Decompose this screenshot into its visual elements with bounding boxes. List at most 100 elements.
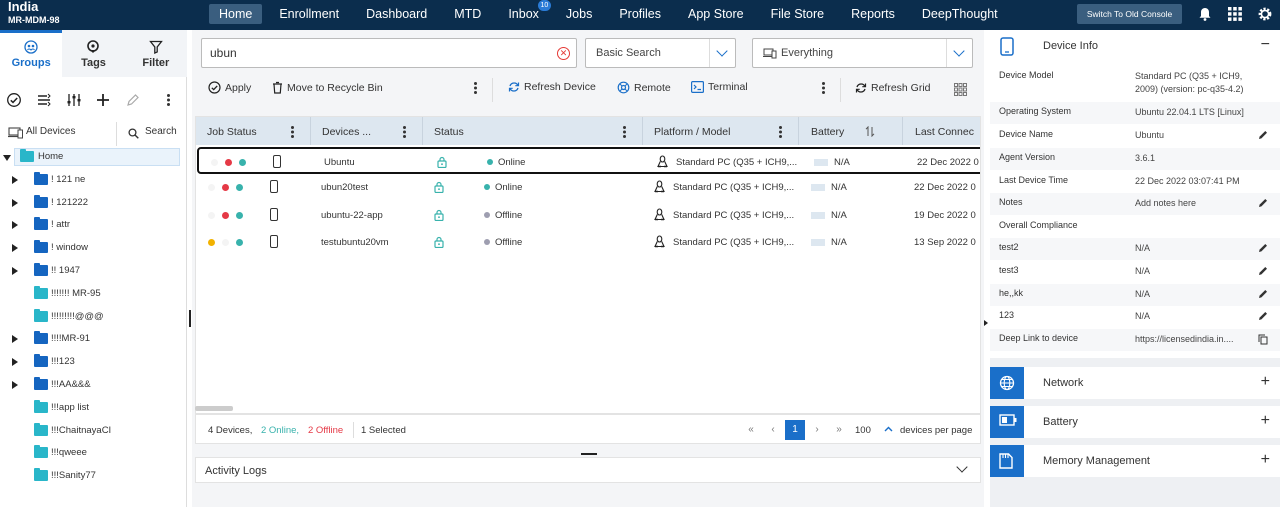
- list-sort-icon[interactable]: [36, 92, 52, 108]
- grid-view-icon[interactable]: [954, 83, 967, 96]
- activity-logs-panel[interactable]: Activity Logs: [195, 457, 981, 483]
- column-divider[interactable]: [422, 117, 423, 145]
- tree-node[interactable]: !!!!!!!!!@@@: [12, 308, 187, 328]
- expand-icon[interactable]: +: [1261, 412, 1270, 430]
- chevron-down-icon[interactable]: [956, 461, 968, 473]
- terminal-button[interactable]: Terminal: [691, 81, 748, 94]
- nav-file-store[interactable]: File Store: [761, 4, 835, 24]
- tree-node[interactable]: ! 121 ne: [12, 171, 187, 191]
- tree-node[interactable]: !!!!MR-91: [12, 330, 187, 350]
- search-scope-select[interactable]: Everything: [752, 38, 973, 68]
- right-panel-toggle-icon[interactable]: [984, 320, 988, 326]
- col-status[interactable]: Status: [434, 126, 464, 138]
- expand-icon[interactable]: +: [1261, 373, 1270, 391]
- device-name-cell[interactable]: Ubuntu: [324, 157, 355, 168]
- tree-node[interactable]: !!!ChaitnayaCI: [12, 422, 187, 442]
- search-mode-select[interactable]: Basic Search: [585, 38, 736, 68]
- edit-pencil-icon[interactable]: [1258, 311, 1268, 321]
- device-info-header[interactable]: Device Info −: [990, 30, 1280, 62]
- column-divider[interactable]: [902, 117, 903, 145]
- nav-dashboard[interactable]: Dashboard: [356, 4, 437, 24]
- tree-node[interactable]: ! attr: [12, 216, 187, 236]
- gear-icon[interactable]: [1257, 6, 1273, 22]
- tree-node[interactable]: ! 121222: [12, 194, 187, 214]
- activity-resize-handle[interactable]: [581, 453, 597, 455]
- add-icon[interactable]: [95, 92, 111, 108]
- table-row[interactable]: Ubuntu Online Standard PC (Q35 + ICH9,... N…: [197, 147, 980, 174]
- more-actions-menu-icon[interactable]: [474, 82, 477, 94]
- nav-jobs[interactable]: Jobs: [556, 4, 602, 24]
- apps-grid-icon[interactable]: [1227, 6, 1243, 22]
- horizontal-scrollbar[interactable]: [195, 406, 233, 411]
- search-icon[interactable]: [128, 128, 139, 139]
- expand-icon[interactable]: +: [1261, 451, 1270, 469]
- edit-pencil-icon[interactable]: [1258, 266, 1268, 276]
- nav-profiles[interactable]: Profiles: [609, 4, 671, 24]
- group-search-label[interactable]: Search: [145, 126, 177, 137]
- device-search-input[interactable]: [210, 46, 550, 60]
- tree-node[interactable]: !!!123: [12, 353, 187, 373]
- refresh-grid-button[interactable]: Refresh Grid: [855, 82, 931, 94]
- panel-memory-management[interactable]: Memory Management +: [990, 445, 1280, 477]
- caret-right-icon[interactable]: [12, 267, 18, 275]
- panel-network[interactable]: Network +: [990, 367, 1280, 399]
- nav-app-store[interactable]: App Store: [678, 4, 754, 24]
- caret-right-icon[interactable]: [12, 381, 18, 389]
- tab-groups[interactable]: Groups: [0, 30, 63, 77]
- all-devices-label[interactable]: All Devices: [26, 126, 75, 137]
- move-to-recycle-bin-button[interactable]: Move to Recycle Bin: [272, 81, 383, 94]
- first-page-button[interactable]: «: [741, 420, 761, 440]
- device-name-cell[interactable]: ubuntu-22-app: [321, 210, 383, 221]
- caret-right-icon[interactable]: [12, 244, 18, 253]
- edit-pencil-icon[interactable]: [1258, 243, 1268, 253]
- group-more-menu-icon[interactable]: [167, 94, 170, 106]
- table-row[interactable]: ubun20test Online Standard PC (Q35 + ICH9,…: [196, 174, 980, 201]
- col-platform-menu-icon[interactable]: [779, 126, 782, 138]
- next-page-button[interactable]: ›: [807, 420, 827, 440]
- device-name-cell[interactable]: ubun20test: [321, 182, 368, 193]
- nav-deepthought[interactable]: DeepThought: [912, 4, 1008, 24]
- sliders-icon[interactable]: [66, 92, 82, 108]
- refresh-device-button[interactable]: Refresh Device: [508, 81, 596, 93]
- table-row[interactable]: ubuntu-22-app Offline Standard PC (Q35 + I…: [196, 202, 980, 229]
- tree-node[interactable]: !!!Sanity77: [12, 467, 187, 487]
- col-platform-model[interactable]: Platform / Model: [654, 126, 730, 138]
- col-job-status-menu-icon[interactable]: [291, 126, 294, 138]
- caret-right-icon[interactable]: [12, 198, 18, 207]
- col-battery[interactable]: Battery: [811, 126, 844, 138]
- tree-node[interactable]: !!!qweee: [12, 444, 187, 464]
- panel-battery[interactable]: Battery +: [990, 406, 1280, 438]
- tab-tags[interactable]: Tags: [62, 30, 124, 77]
- last-page-button[interactable]: »: [829, 420, 849, 440]
- prev-page-button[interactable]: ‹: [763, 420, 783, 440]
- nav-home[interactable]: Home: [209, 4, 263, 24]
- device-name-cell[interactable]: testubuntu20vm: [321, 237, 389, 248]
- devices-icon[interactable]: [8, 127, 23, 139]
- caret-right-icon[interactable]: [12, 175, 18, 184]
- col-devices-menu-icon[interactable]: [403, 126, 406, 138]
- edit-pencil-icon[interactable]: [1258, 198, 1268, 208]
- remote-button[interactable]: Remote: [617, 81, 671, 94]
- nav-mtd[interactable]: MTD: [444, 4, 491, 24]
- caret-right-icon[interactable]: [12, 358, 18, 367]
- nav-enrollment[interactable]: Enrollment: [269, 4, 349, 24]
- tab-filter[interactable]: Filter: [125, 30, 187, 77]
- table-row[interactable]: testubuntu20vm Offline Standard PC (Q35 + …: [196, 229, 980, 256]
- nav-reports[interactable]: Reports: [841, 4, 905, 24]
- tree-node[interactable]: !!!!!!! MR-95: [12, 285, 187, 305]
- current-page[interactable]: 1: [785, 420, 805, 440]
- edit-pencil-icon[interactable]: [125, 92, 141, 108]
- tree-node[interactable]: !!!AA&&&: [12, 376, 187, 396]
- caret-down-icon[interactable]: [3, 155, 11, 161]
- nav-inbox[interactable]: Inbox 10: [498, 0, 551, 24]
- clear-search-icon[interactable]: ✕: [557, 47, 570, 60]
- tree-node-home[interactable]: Home: [3, 148, 180, 168]
- edit-pencil-icon[interactable]: [1258, 289, 1268, 299]
- tree-node[interactable]: ! window: [12, 239, 187, 259]
- collapse-icon[interactable]: −: [1261, 36, 1270, 54]
- copy-icon[interactable]: [1258, 334, 1268, 345]
- column-divider[interactable]: [642, 117, 643, 145]
- caret-right-icon[interactable]: [12, 335, 18, 344]
- tree-node[interactable]: !! 1947: [12, 262, 187, 282]
- col-job-status[interactable]: Job Status: [207, 126, 257, 138]
